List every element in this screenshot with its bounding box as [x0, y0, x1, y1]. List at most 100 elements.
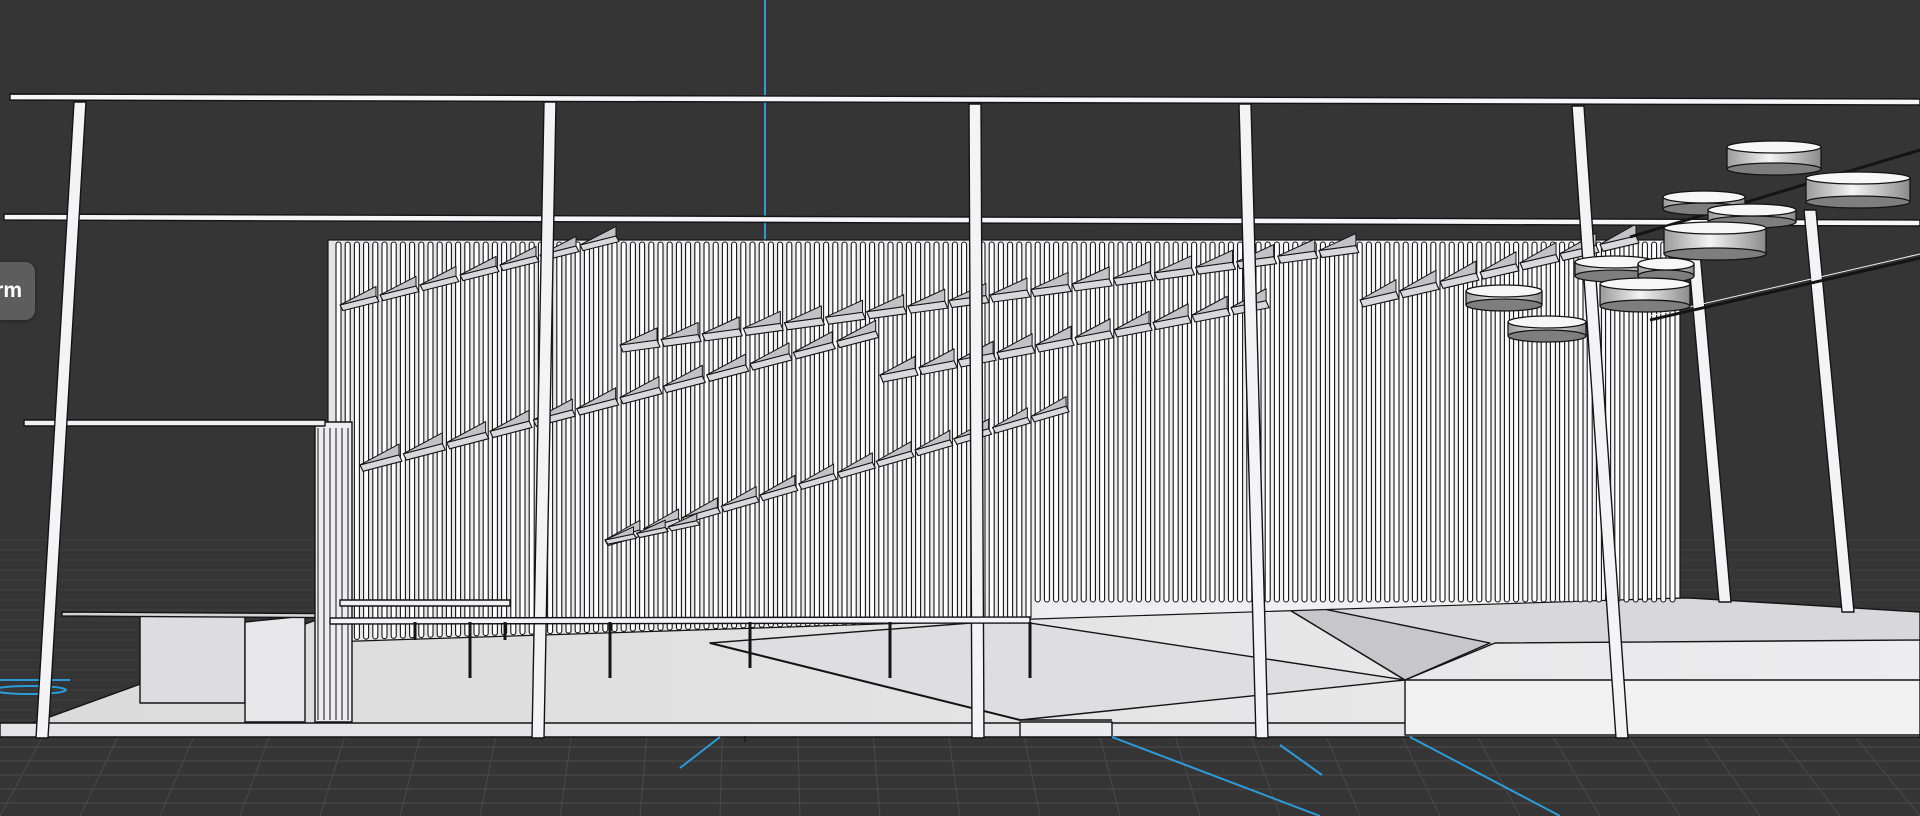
light-cylinder-top	[1465, 284, 1543, 298]
fin	[786, 241, 793, 628]
light-cylinder-top	[1726, 140, 1822, 154]
fin	[602, 241, 609, 633]
fin	[887, 241, 894, 624]
fin	[1089, 241, 1096, 603]
fin	[859, 241, 866, 625]
fin	[1200, 241, 1207, 603]
light-cylinder-top	[1663, 221, 1767, 235]
fin	[1347, 241, 1354, 603]
fin	[712, 241, 719, 630]
fin	[1338, 241, 1345, 603]
fin	[1310, 241, 1317, 603]
left-beam	[23, 419, 326, 427]
fin	[1172, 241, 1179, 603]
fin	[878, 241, 885, 625]
fin	[528, 241, 535, 635]
fin	[850, 241, 857, 626]
fin	[731, 241, 738, 629]
light-cylinder-top	[1805, 171, 1911, 185]
end-fins	[314, 421, 353, 723]
fin	[390, 241, 397, 639]
fin	[639, 241, 646, 632]
fin	[1568, 241, 1575, 603]
grid-line	[1470, 724, 1521, 816]
fin	[1577, 241, 1584, 603]
light-cylinder-top	[1662, 190, 1746, 204]
fin	[1191, 241, 1198, 603]
fin	[1356, 241, 1363, 603]
fin	[1439, 241, 1446, 603]
fin	[445, 241, 452, 638]
grid-line	[319, 724, 349, 816]
light-cylinder-bottom	[1805, 195, 1911, 209]
fin	[1080, 241, 1087, 603]
grid-line	[1395, 724, 1441, 816]
fin	[491, 241, 498, 636]
fin	[593, 241, 600, 633]
fin	[583, 241, 590, 634]
grid-line	[399, 724, 424, 816]
fin	[409, 241, 416, 639]
fin	[1181, 241, 1188, 603]
3d-viewport[interactable]: rm	[0, 0, 1920, 816]
grid-line	[1770, 724, 1841, 816]
fin	[869, 241, 876, 625]
fin	[1273, 241, 1280, 603]
fin	[1163, 241, 1170, 603]
fin	[1329, 241, 1336, 603]
grid-line	[1021, 724, 1041, 816]
light-cylinder-top	[1599, 277, 1691, 291]
fin	[804, 241, 811, 627]
grid-line	[1171, 724, 1201, 816]
fin	[767, 241, 774, 628]
fin	[657, 241, 664, 631]
light-cylinder-top	[1637, 257, 1695, 271]
grid-line	[1545, 724, 1601, 816]
fin	[1135, 241, 1142, 603]
fin	[1108, 241, 1115, 603]
fin	[1053, 241, 1060, 603]
grid-line	[159, 724, 200, 816]
scene-canvas[interactable]	[0, 0, 1920, 816]
grid-line	[796, 724, 801, 816]
fin	[1126, 241, 1133, 603]
fin	[501, 241, 508, 636]
fin	[777, 241, 784, 628]
column	[968, 103, 985, 739]
fin	[1145, 241, 1152, 603]
fin	[565, 241, 572, 634]
y-axis-line	[679, 736, 721, 769]
step-block	[1404, 679, 1920, 736]
grid-line	[871, 724, 881, 816]
fin	[1319, 241, 1326, 603]
fin	[1099, 241, 1106, 603]
grid-line	[946, 724, 961, 816]
fin	[1448, 241, 1455, 603]
light-cylinder-top	[1707, 203, 1797, 217]
fin	[813, 241, 820, 627]
panel-tab-label: rm	[0, 279, 22, 302]
grid-line	[239, 724, 274, 816]
grid-line	[1620, 724, 1681, 816]
grid-line	[639, 724, 649, 816]
axis-line	[1279, 744, 1323, 776]
panel-tab-button[interactable]: rm	[0, 262, 35, 320]
step-riser	[1019, 721, 1113, 738]
fin	[1237, 241, 1244, 603]
fin	[749, 241, 756, 629]
fin	[1117, 241, 1124, 603]
bench-block	[244, 615, 306, 723]
grid-line	[1695, 724, 1761, 816]
bench-block	[139, 614, 246, 704]
light-cylinder-bottom	[1465, 298, 1543, 312]
light-cylinder-bottom	[1507, 329, 1587, 343]
grid-line	[1845, 724, 1920, 816]
fin	[915, 241, 922, 624]
fin	[629, 241, 636, 632]
fin	[823, 241, 830, 626]
fin	[685, 241, 692, 631]
fin	[1209, 241, 1216, 603]
x-axis-line	[1111, 736, 1321, 816]
fin	[620, 241, 627, 632]
fin	[1283, 241, 1290, 603]
